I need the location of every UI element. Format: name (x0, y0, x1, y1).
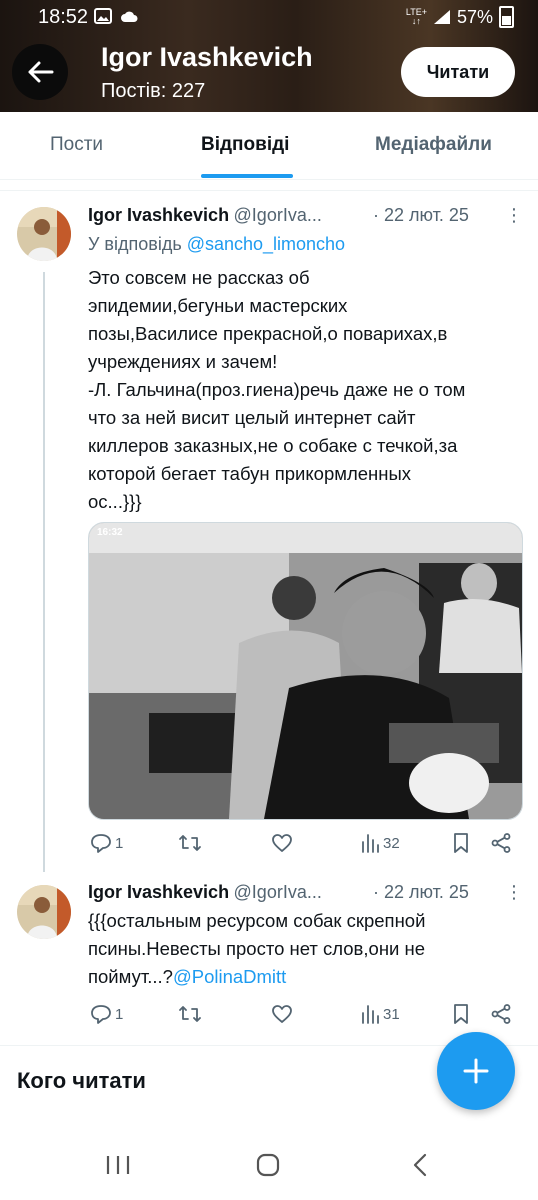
heart-icon (272, 1005, 292, 1023)
cloud-icon (121, 11, 138, 22)
tweet-text: Это совсем не рассказ об эпидемии,бегунь… (88, 267, 466, 512)
status-right-icons: LTE+ ↓↑ 57% (406, 6, 514, 28)
reply-icon (91, 1005, 111, 1024)
bookmark-icon (454, 833, 468, 853)
bookmark-button[interactable] (452, 1003, 470, 1025)
reply-button[interactable]: 1 (90, 832, 123, 854)
tab-media[interactable]: Медіафайли (375, 134, 492, 156)
tabs-divider (0, 179, 538, 180)
arrow-left-icon (28, 61, 54, 83)
media-timestamp: 16:32 (97, 527, 123, 538)
section-divider (0, 190, 538, 191)
status-notification-icons (94, 7, 138, 25)
compose-button[interactable] (437, 1032, 515, 1110)
share-button[interactable] (490, 832, 512, 854)
battery-percent: 57% (456, 6, 493, 27)
reply-to-handle[interactable]: @sancho_limoncho (187, 234, 345, 254)
posts-count: Постів: 227 (101, 80, 206, 102)
mention-link[interactable]: @PolinaDmitt (173, 966, 286, 987)
recent-apps-icon[interactable] (105, 1154, 131, 1176)
media-photo (89, 523, 522, 819)
tweet-media[interactable]: 16:32 (88, 522, 523, 820)
back-button[interactable] (12, 44, 68, 100)
network-type: LTE+ ↓↑ (405, 7, 427, 26)
author-handle[interactable]: @IgorIva... (234, 205, 322, 225)
tab-replies[interactable]: Відповіді (201, 134, 289, 156)
tweet-header: Igor Ivashkevich @IgorIva... (88, 205, 322, 226)
reply-context: У відповідь @sancho_limoncho (88, 234, 346, 254)
follow-button[interactable]: Читати (401, 47, 515, 97)
reply-icon (91, 834, 111, 853)
thread-line (43, 272, 45, 872)
tweet-date[interactable]: · 22 лют. 25 (373, 205, 469, 226)
views-button[interactable]: 31 (360, 1003, 400, 1025)
author-handle[interactable]: @IgorIva... (234, 882, 322, 902)
home-icon[interactable] (255, 1153, 281, 1177)
active-tab-indicator (201, 174, 293, 178)
plus-icon (463, 1058, 489, 1084)
reply-count: 1 (115, 1005, 124, 1023)
system-navigation-bar (0, 1128, 538, 1200)
bar-chart-icon (362, 1005, 379, 1024)
back-nav-icon[interactable] (410, 1153, 430, 1177)
views-count: 31 (383, 1005, 400, 1023)
tweet-header: Igor Ivashkevich @IgorIva... (88, 882, 322, 903)
reply-count: 1 (115, 834, 124, 852)
status-time: 18:52 (38, 6, 89, 28)
heart-icon (272, 834, 292, 852)
share-button[interactable] (490, 1003, 512, 1025)
who-to-follow-title: Кого читати (17, 1068, 146, 1093)
profile-name: Igor Ivashkevich (101, 42, 313, 72)
more-options-icon[interactable]: ⋮ (505, 882, 523, 903)
repost-icon (179, 835, 201, 851)
author-name[interactable]: Igor Ivashkevich (88, 205, 229, 225)
bar-chart-icon (362, 834, 379, 853)
repost-button[interactable] (178, 832, 202, 854)
like-button[interactable] (271, 1003, 293, 1025)
like-button[interactable] (271, 832, 293, 854)
bookmark-icon (454, 1004, 468, 1024)
views-count: 32 (383, 834, 400, 852)
share-icon (491, 1004, 511, 1024)
tweet-text: {{{остальным ресурсом собак скрепной пси… (88, 910, 426, 987)
gallery-icon (94, 7, 112, 24)
author-name[interactable]: Igor Ivashkevich (88, 882, 229, 902)
tweet-date[interactable]: · 22 лют. 25 (373, 882, 469, 903)
bookmark-button[interactable] (452, 832, 470, 854)
views-button[interactable]: 32 (360, 832, 400, 854)
signal-icon (433, 10, 450, 24)
avatar[interactable] (17, 207, 71, 261)
repost-icon (179, 1006, 201, 1022)
tab-posts[interactable]: Пости (50, 134, 103, 156)
more-options-icon[interactable]: ⋮ (505, 205, 523, 226)
reply-button[interactable]: 1 (90, 1003, 123, 1025)
battery-icon (499, 6, 514, 28)
share-icon (491, 833, 511, 853)
repost-button[interactable] (178, 1003, 202, 1025)
avatar[interactable] (17, 885, 71, 939)
